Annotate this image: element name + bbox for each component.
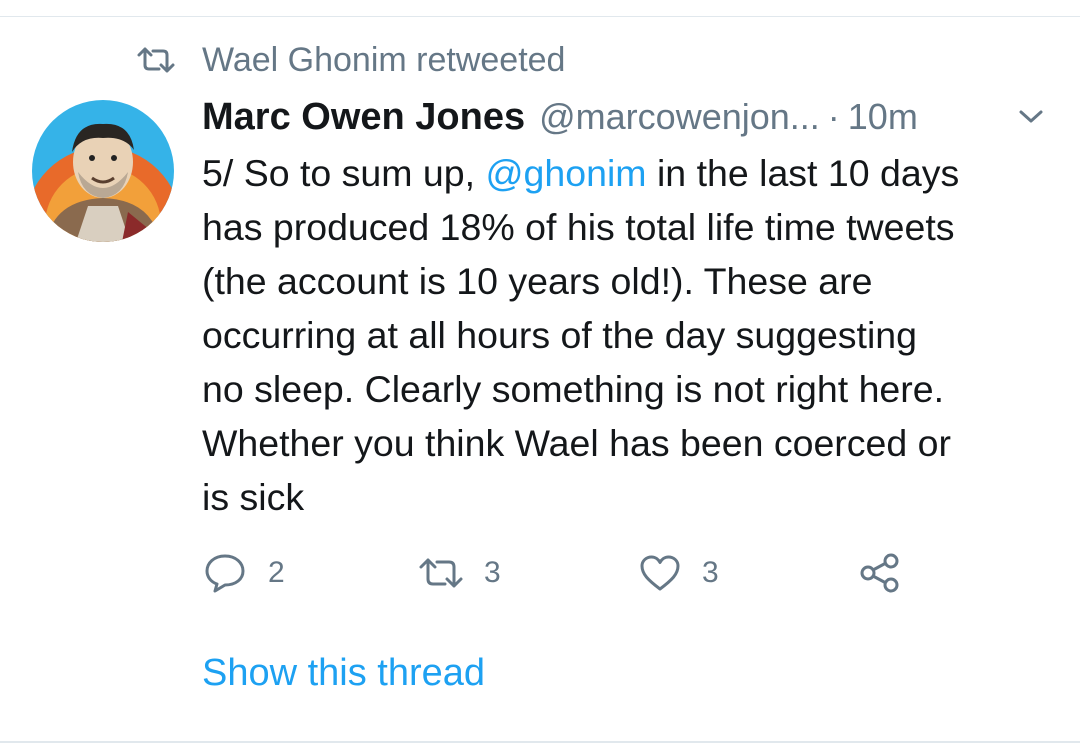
reply-button[interactable]: 2 — [202, 548, 285, 598]
chevron-down-icon[interactable] — [1016, 105, 1046, 127]
tweet-text: 5/ So to sum up, @ghonim in the last 10 … — [202, 146, 1062, 524]
tweet-line-1: 5/ So to sum up, @ghonim in the last 10 … — [202, 146, 1062, 200]
author-handle[interactable]: @marcowenjon... — [539, 96, 820, 138]
tweet-header: Marc Owen Jones @marcowenjon... · 10m — [202, 93, 1052, 141]
tweet-line-7: is sick — [202, 476, 305, 518]
retweet-context[interactable]: Wael Ghonim retweeted — [136, 40, 565, 80]
retweet-count: 3 — [484, 556, 501, 589]
separator-dot: · — [827, 96, 840, 137]
tweet-line-3: (the account is 10 years old!). These ar… — [202, 260, 873, 302]
retweet-icon — [137, 47, 175, 73]
retweet-button[interactable]: 3 — [418, 548, 501, 598]
mention-link[interactable]: @ghonim — [485, 152, 646, 194]
tweet-line-4: occurring at all hours of the day sugges… — [202, 314, 918, 356]
tweet-line-5: no sleep. Clearly something is not right… — [202, 368, 945, 410]
tweet-line-6: Whether you think Wael has been coerced … — [202, 422, 952, 464]
show-thread-link[interactable]: Show this thread — [202, 652, 485, 695]
share-icon — [860, 553, 899, 593]
reply-count: 2 — [268, 556, 285, 589]
tweet-text-start: 5/ So to sum up, — [202, 152, 486, 194]
top-divider — [0, 16, 1080, 17]
bottom-divider — [0, 741, 1080, 743]
heart-icon — [640, 555, 680, 591]
retweet-icon — [419, 558, 463, 588]
timestamp[interactable]: 10m — [848, 96, 918, 138]
tweet-line-2: has produced 18% of his total life time … — [202, 206, 955, 248]
avatar[interactable] — [32, 100, 174, 242]
tweet-actions: 2 3 3 — [202, 548, 922, 598]
tweet-text-cont: in the last 10 days — [646, 152, 960, 194]
like-button[interactable]: 3 — [638, 548, 719, 598]
avatar-image — [32, 100, 174, 242]
like-count: 3 — [702, 556, 719, 589]
author-name[interactable]: Marc Owen Jones — [202, 96, 525, 139]
retweeter-label: Wael Ghonim retweeted — [202, 40, 566, 79]
reply-icon — [205, 554, 245, 593]
share-button[interactable] — [858, 548, 902, 598]
